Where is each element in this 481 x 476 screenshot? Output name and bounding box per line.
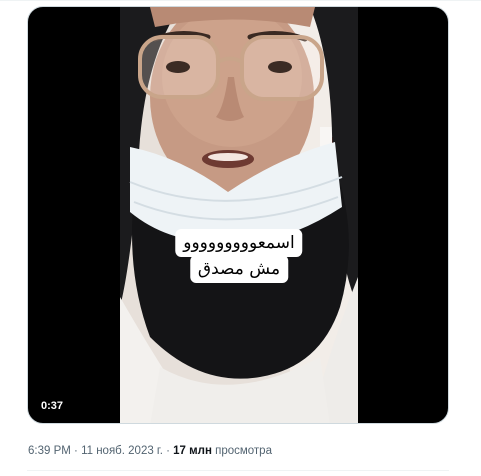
divider (27, 470, 449, 471)
meta-separator: · (70, 445, 82, 457)
caption-line-1: اسمعووووووووو (175, 229, 303, 257)
tweet-detail: اسمعووووووووو مش مصدق 0:37 6:39 PM · 11 … (0, 0, 481, 476)
views-count: 17 млн (173, 445, 212, 457)
views-link[interactable]: 17 млн просмотра (173, 445, 272, 457)
tweet-date: 11 нояб. 2023 г. (81, 445, 163, 457)
meta-separator: · (162, 445, 174, 457)
divider (0, 0, 481, 1)
video-frame[interactable]: اسمعووووووووو مش مصدق (120, 7, 358, 423)
video-thumbnail (120, 7, 358, 423)
video-caption: اسمعووووووووو مش مصدق (175, 229, 303, 283)
caption-line-2: مش مصدق (189, 255, 289, 283)
tweet-time: 6:39 PM (28, 445, 71, 457)
tweet-time-link[interactable]: 6:39 PM · 11 нояб. 2023 г. (28, 445, 163, 457)
video-player[interactable]: اسمعووووووووو مش مصدق 0:37 (27, 6, 449, 424)
video-duration-badge: 0:37 (36, 397, 69, 415)
tweet-meta: 6:39 PM · 11 нояб. 2023 г. · 17 млн прос… (28, 443, 272, 459)
views-label: просмотра (211, 445, 272, 457)
